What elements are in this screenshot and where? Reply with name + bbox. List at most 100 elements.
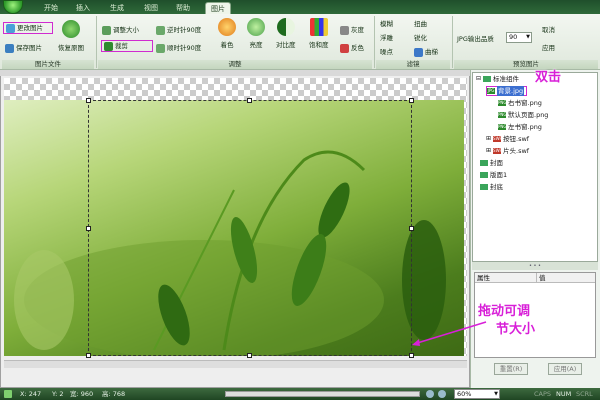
num-indicator: NUM: [556, 390, 572, 398]
save-icon: [5, 43, 14, 53]
status-icon: [4, 390, 12, 398]
apply-button[interactable]: 应用: [542, 42, 555, 54]
splitter-handle[interactable]: • • •: [472, 262, 598, 270]
noise-button[interactable]: 噪点: [380, 46, 393, 58]
tree-item-back-cover[interactable]: 封底: [480, 182, 503, 192]
blur-button[interactable]: 模糊: [380, 18, 393, 30]
rotate-ccw-button[interactable]: 逆时针90度: [156, 24, 201, 36]
annotation-drag-line2: 节大小: [496, 322, 536, 337]
folder-icon: [483, 76, 492, 82]
save-image-button[interactable]: 保存图片: [5, 42, 42, 54]
group-label-preview: 预览图片: [454, 60, 598, 69]
resize-handle-bottom[interactable]: [247, 353, 252, 358]
group-label-filter: 滤镜: [376, 60, 450, 69]
tree-item-right-page[interactable]: PNG 右书窗.png: [498, 98, 542, 108]
restore-image-button[interactable]: 恢复原图: [58, 20, 84, 52]
curves-button[interactable]: 曲梯: [414, 46, 438, 58]
crop-button[interactable]: 裁剪: [101, 40, 153, 52]
saturation-button[interactable]: 饱和度: [309, 18, 329, 49]
sharpen-button[interactable]: 锐化: [414, 32, 427, 44]
distort-button[interactable]: 扭曲: [414, 18, 427, 30]
rotate-cw-button[interactable]: 顺时针90度: [156, 42, 201, 54]
image-height: 高: 768: [102, 390, 126, 398]
jpg-quality-select[interactable]: 90 ▼: [506, 32, 532, 43]
chevron-down-icon: ▼: [526, 34, 530, 40]
group-separator: [452, 16, 453, 68]
resize-button[interactable]: 调整大小: [102, 24, 139, 36]
invert-button[interactable]: 反色: [340, 42, 364, 54]
crop-selection-box[interactable]: [88, 100, 412, 356]
restore-icon: [62, 20, 80, 38]
apply-properties-button[interactable]: 应用(A): [548, 363, 582, 375]
ribbon: 更改图片 保存图片 恢复原图 图片文件 调整大小 逆时针90度 裁剪 顺时针90…: [0, 14, 600, 70]
cursor-x: X: 247: [20, 390, 42, 398]
colorize-button[interactable]: 着色: [218, 18, 236, 49]
zoom-in-icon[interactable]: [438, 390, 446, 398]
group-label-file: 图片文件: [2, 60, 94, 69]
png-file-icon: PNG: [498, 100, 507, 106]
chevron-down-icon: ▼: [494, 391, 498, 397]
cancel-button[interactable]: 取消: [542, 24, 555, 36]
value-column-header: 值: [539, 274, 546, 282]
resize-handle-left[interactable]: [86, 226, 91, 231]
tab-help[interactable]: 帮助: [172, 2, 194, 14]
caps-indicator: CAPS: [534, 390, 552, 398]
horizontal-ruler: [0, 70, 470, 76]
scroll-lock-indicator: SCRL: [576, 390, 593, 398]
page-icon: [480, 160, 488, 166]
grayscale-button[interactable]: 灰度: [340, 24, 364, 36]
change-image-button[interactable]: 更改图片: [3, 22, 53, 34]
tree-item-page1[interactable]: 版面1: [480, 170, 507, 180]
resize-handle-bottom-left[interactable]: [86, 353, 91, 358]
swf-file-icon: SWF: [493, 136, 502, 142]
zoom-out-icon[interactable]: [426, 390, 434, 398]
zoom-select[interactable]: 60% ▼: [454, 389, 500, 399]
tree-item-intro-swf[interactable]: ⊞ SWF 片头.swf: [486, 146, 529, 156]
annotation-drag-line1: 拖动可调: [478, 304, 531, 319]
tab-generate[interactable]: 生成: [106, 2, 128, 14]
contrast-icon: [276, 18, 295, 36]
tree-node-standard-components[interactable]: ⊟ 标准组件: [476, 74, 519, 84]
curves-icon: [414, 47, 423, 57]
tree-item-default-page[interactable]: PNG 默认页面.png: [498, 110, 548, 120]
invert-icon: [340, 43, 349, 53]
tab-home[interactable]: 开始: [40, 2, 62, 14]
image-width: 宽: 960: [70, 390, 94, 398]
tab-image[interactable]: 图片: [205, 2, 231, 14]
expand-icon: ⊞: [486, 135, 492, 142]
contrast-button[interactable]: 对比度: [276, 18, 296, 49]
change-image-icon: [6, 23, 15, 33]
brightness-icon: [247, 18, 265, 36]
swf-file-icon: SWF: [493, 148, 502, 154]
tab-insert[interactable]: 插入: [72, 2, 94, 14]
group-label-adjust: 调整: [98, 60, 372, 69]
tree-item-background-jpg[interactable]: JPG 背景.jpg: [486, 86, 528, 96]
ribbon-tab-bar: 开始 插入 生成 视图 帮助 图片: [0, 0, 600, 14]
resize-handle-bottom-right[interactable]: [409, 353, 414, 358]
app-menu-button[interactable]: [3, 0, 23, 14]
brightness-button[interactable]: 亮度: [247, 18, 265, 49]
collapse-icon: ⊟: [476, 75, 482, 82]
reset-button[interactable]: 重置(R): [494, 363, 528, 375]
group-separator: [96, 16, 97, 68]
tree-item-cover[interactable]: 封面: [480, 158, 503, 168]
annotation-arrow: [412, 321, 487, 346]
colorize-icon: [218, 18, 236, 36]
emboss-button[interactable]: 浮雕: [380, 32, 393, 44]
resize-handle-top-right[interactable]: [409, 98, 414, 103]
png-file-icon: PNG: [498, 124, 507, 130]
crop-icon: [104, 41, 113, 51]
tab-view[interactable]: 视图: [140, 2, 162, 14]
tree-item-button-swf[interactable]: ⊞ SWF 按钮.swf: [486, 134, 529, 144]
progress-bar: [225, 391, 420, 397]
resize-handle-top-left[interactable]: [86, 98, 91, 103]
horizontal-scrollbar[interactable]: [4, 360, 467, 368]
rotate-ccw-icon: [156, 25, 165, 35]
cursor-y: Y: 2: [52, 390, 64, 398]
saturation-icon: [309, 18, 328, 36]
png-file-icon: PNG: [498, 112, 507, 118]
tree-item-left-page[interactable]: PNG 左书窗.png: [498, 122, 542, 132]
rotate-cw-icon: [156, 43, 165, 53]
resize-handle-right[interactable]: [409, 226, 414, 231]
resize-handle-top[interactable]: [247, 98, 252, 103]
